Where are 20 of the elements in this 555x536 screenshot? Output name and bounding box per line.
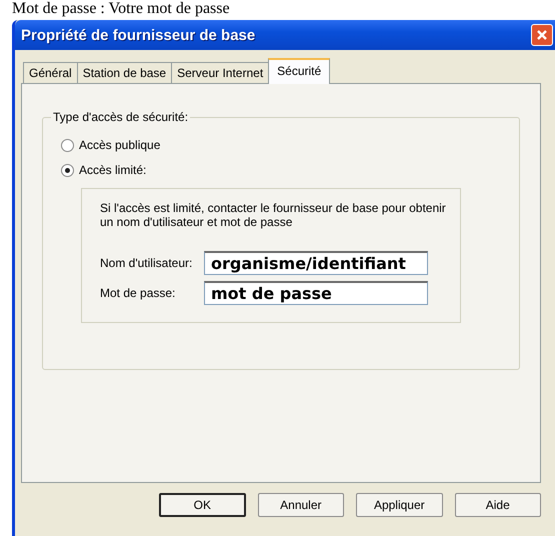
radio-label: Accès limité: bbox=[79, 163, 146, 177]
dialog-button[interactable]: Appliquer bbox=[356, 493, 443, 517]
radio-label: Accès publique bbox=[79, 138, 160, 152]
caption-text: Mot de passe : Votre mot de passe bbox=[11, 0, 231, 18]
field-label: Nom d'utilisateur: bbox=[100, 256, 194, 270]
field-label: Mot de passe: bbox=[100, 286, 176, 300]
input-field[interactable]: organisme/identifiant bbox=[204, 251, 428, 275]
group-title: Type d'accès de sécurité: bbox=[52, 110, 190, 124]
dialog-button[interactable]: OK bbox=[159, 493, 246, 517]
tab[interactable]: Sécurité bbox=[268, 58, 330, 84]
dialog-button[interactable]: Annuler bbox=[258, 493, 344, 517]
radio-button[interactable] bbox=[61, 138, 74, 152]
tab[interactable]: Général bbox=[23, 62, 78, 84]
info-text: Si l'accès est limité, contacter le fournisseur de base pour obtenir un nom d'utilisateur et mot de passe bbox=[100, 201, 447, 229]
close-button[interactable] bbox=[531, 24, 553, 46]
radio-button[interactable] bbox=[61, 164, 74, 176]
window-title: Propriété de fournisseur de base bbox=[21, 26, 256, 44]
input-field[interactable]: mot de passe bbox=[204, 281, 428, 305]
dialog-button[interactable]: Aide bbox=[454, 493, 542, 517]
close-icon bbox=[536, 29, 548, 41]
